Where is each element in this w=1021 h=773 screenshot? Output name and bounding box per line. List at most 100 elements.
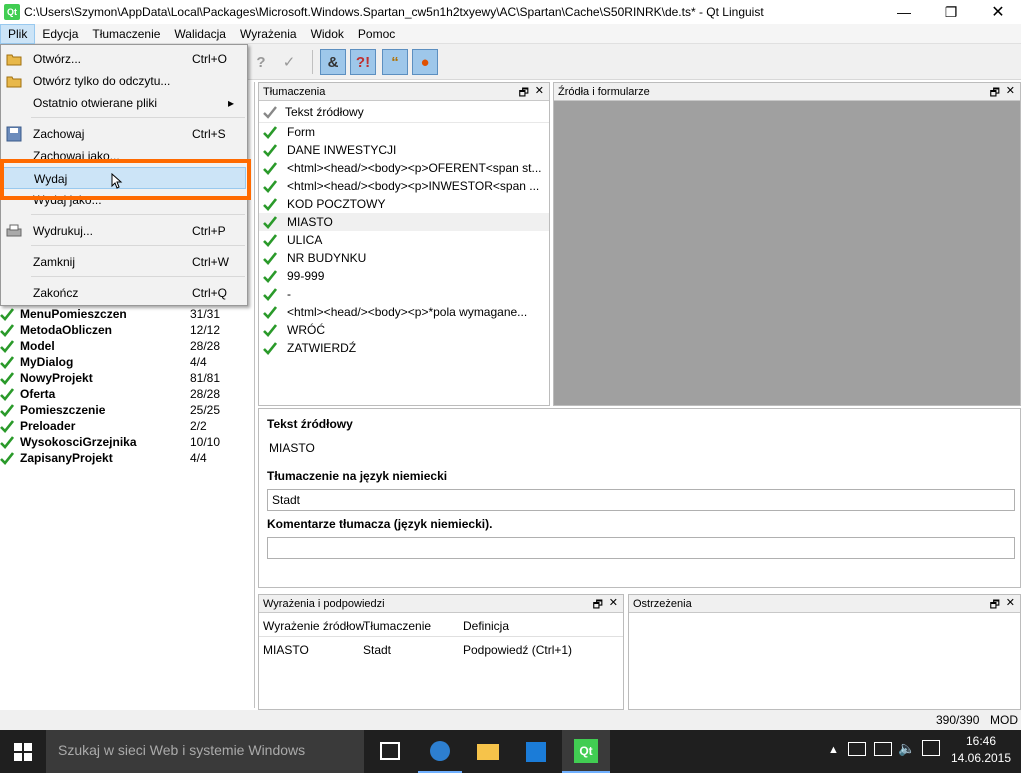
place-marker-validation-icon[interactable]: ● <box>412 49 438 75</box>
edge-browser-icon[interactable] <box>418 730 462 773</box>
phrase-validation-icon[interactable]: “ <box>382 49 408 75</box>
menu-item-open[interactable]: Otwórz... Ctrl+O <box>2 48 246 70</box>
qt-linguist-taskbar-icon[interactable]: Qt <box>562 730 610 773</box>
context-row[interactable]: MetodaObliczen 12/12 <box>0 322 254 338</box>
menu-tlumaczenie[interactable]: Tłumaczenie <box>85 24 167 44</box>
context-row[interactable]: NowyProjekt 81/81 <box>0 370 254 386</box>
done-check-icon <box>263 197 278 211</box>
menu-plik[interactable]: Plik <box>0 23 36 44</box>
translation-row[interactable]: ULICA <box>259 231 549 249</box>
translations-column-header[interactable]: Tekst źródłowy <box>259 101 549 123</box>
done-check-icon <box>263 143 278 157</box>
phrase-source: MIASTO <box>263 643 309 657</box>
taskbar-search-box[interactable]: Szukaj w sieci Web i systemie Windows <box>46 730 364 773</box>
translation-row[interactable]: WRÓĆ <box>259 321 549 339</box>
menu-item-print[interactable]: Wydrukuj... Ctrl+P <box>2 220 246 242</box>
close-panel-icon[interactable]: ✕ <box>1006 596 1015 609</box>
context-row[interactable]: ZapisanyProjekt 4/4 <box>0 450 254 466</box>
done-check-icon <box>263 323 278 337</box>
translation-row[interactable]: <html><head/><body><p>OFERENT<span st... <box>259 159 549 177</box>
menu-walidacja[interactable]: Walidacja <box>167 24 233 44</box>
start-button[interactable] <box>0 730 46 773</box>
done-check-icon <box>263 251 278 265</box>
done-check-icon <box>0 387 15 401</box>
done-and-next-icon[interactable]: ✓ <box>276 49 302 75</box>
done-check-icon <box>263 287 278 301</box>
notifications-icon[interactable] <box>922 740 940 756</box>
maximize-button[interactable]: ❐ <box>928 0 974 24</box>
menu-edycja[interactable]: Edycja <box>35 24 85 44</box>
column-source-phrase[interactable]: Wyrażenie źródłow <box>263 619 364 633</box>
context-row[interactable]: Oferta 28/28 <box>0 386 254 402</box>
column-definition[interactable]: Definicja <box>463 619 509 633</box>
close-panel-icon[interactable]: ✕ <box>535 84 544 97</box>
translation-field[interactable]: Stadt <box>267 489 1015 511</box>
task-view-icon[interactable] <box>380 742 400 760</box>
comments-label: Komentarze tłumacza (język niemiecki). <box>267 517 493 531</box>
context-name: MetodaObliczen <box>20 323 113 337</box>
translator-comments-field[interactable] <box>267 537 1015 559</box>
done-check-icon <box>263 269 278 283</box>
float-panel-icon[interactable]: 🗗 <box>593 596 603 615</box>
translation-row[interactable]: - <box>259 285 549 303</box>
translation-row[interactable]: ZATWIERDŹ <box>259 339 549 357</box>
battery-icon[interactable] <box>848 742 866 756</box>
context-count: 4/4 <box>190 355 207 369</box>
phrases-panel-header: Wyrażenia i podpowiedzi 🗗 ✕ <box>259 595 623 613</box>
context-count: 28/28 <box>190 339 221 353</box>
context-row[interactable]: Model 28/28 <box>0 338 254 354</box>
context-row[interactable]: MenuPomieszczen 31/31 <box>0 306 254 322</box>
done-check-icon <box>0 451 15 465</box>
volume-icon[interactable]: 🔈 <box>898 740 915 757</box>
translation-row[interactable]: <html><head/><body><p>*pola wymagane... <box>259 303 549 321</box>
float-panel-icon[interactable]: 🗗 <box>519 84 529 103</box>
menu-item-recent-files[interactable]: Ostatnio otwierane pliki ▸ <box>2 92 246 114</box>
translation-row[interactable]: <html><head/><body><p>INWESTOR<span ... <box>259 177 549 195</box>
file-explorer-icon[interactable] <box>466 730 510 773</box>
source-text: MIASTO <box>287 215 333 229</box>
context-row[interactable]: Pomieszczenie 25/25 <box>0 402 254 418</box>
menu-item-open-readonly[interactable]: Otwórz tylko do odczytu... <box>2 70 246 92</box>
translation-row[interactable]: KOD POCZTOWY <box>259 195 549 213</box>
clock-time: 16:46 <box>965 734 997 748</box>
menu-item-quit[interactable]: Zakończ Ctrl+Q <box>2 282 246 304</box>
done-check-icon <box>263 305 278 319</box>
menu-item-close[interactable]: Zamknij Ctrl+W <box>2 251 246 273</box>
status-bar: 390/390 MOD <box>0 710 1021 730</box>
context-row[interactable]: WysokosciGrzejnika 10/10 <box>0 434 254 450</box>
punctuation-validation-icon[interactable]: ?! <box>350 49 376 75</box>
translation-row[interactable]: Form <box>259 123 549 141</box>
store-icon[interactable] <box>514 730 558 773</box>
context-row[interactable]: MyDialog 4/4 <box>0 354 254 370</box>
done-check-icon <box>0 339 15 353</box>
close-panel-icon[interactable]: ✕ <box>1006 84 1015 97</box>
translation-row[interactable]: NR BUDYNKU <box>259 249 549 267</box>
context-count: 4/4 <box>190 451 207 465</box>
menu-item-save[interactable]: Zachowaj Ctrl+S <box>2 123 246 145</box>
menu-widok[interactable]: Widok <box>304 24 351 44</box>
save-icon <box>6 126 22 142</box>
submenu-arrow-icon: ▸ <box>228 96 235 110</box>
close-panel-icon[interactable]: ✕ <box>609 596 618 609</box>
network-icon[interactable] <box>874 742 892 756</box>
minimize-button[interactable]: — <box>881 0 927 24</box>
context-row[interactable]: Preloader 2/2 <box>0 418 254 434</box>
show-hidden-icons[interactable]: ▲ <box>828 744 839 756</box>
splitter[interactable] <box>254 82 255 708</box>
clock[interactable]: 16:46 14.06.2015 <box>946 734 1016 765</box>
menu-pomoc[interactable]: Pomoc <box>351 24 402 44</box>
phrase-row[interactable]: MIASTO Stadt Podpowiedź (Ctrl+1) <box>259 639 623 659</box>
accelerators-validation-icon[interactable]: & <box>320 49 346 75</box>
translation-row[interactable]: DANE INWESTYCJI <box>259 141 549 159</box>
translation-row[interactable]: 99-999 <box>259 267 549 285</box>
column-translation[interactable]: Tłumaczenie <box>363 619 431 633</box>
previous-unfinished-icon[interactable]: ? <box>248 49 274 75</box>
done-check-icon <box>0 323 15 337</box>
done-check-icon <box>0 435 15 449</box>
translations-panel-title: Tłumaczenia <box>263 85 326 98</box>
menu-wyrazenia[interactable]: Wyrażenia <box>233 24 304 44</box>
float-panel-icon[interactable]: 🗗 <box>990 596 1000 615</box>
translation-editor: Tekst źródłowy MIASTO Tłumaczenie na jęz… <box>258 408 1021 588</box>
translation-row[interactable]: MIASTO <box>259 213 549 231</box>
close-window-button[interactable]: ✕ <box>975 0 1021 24</box>
